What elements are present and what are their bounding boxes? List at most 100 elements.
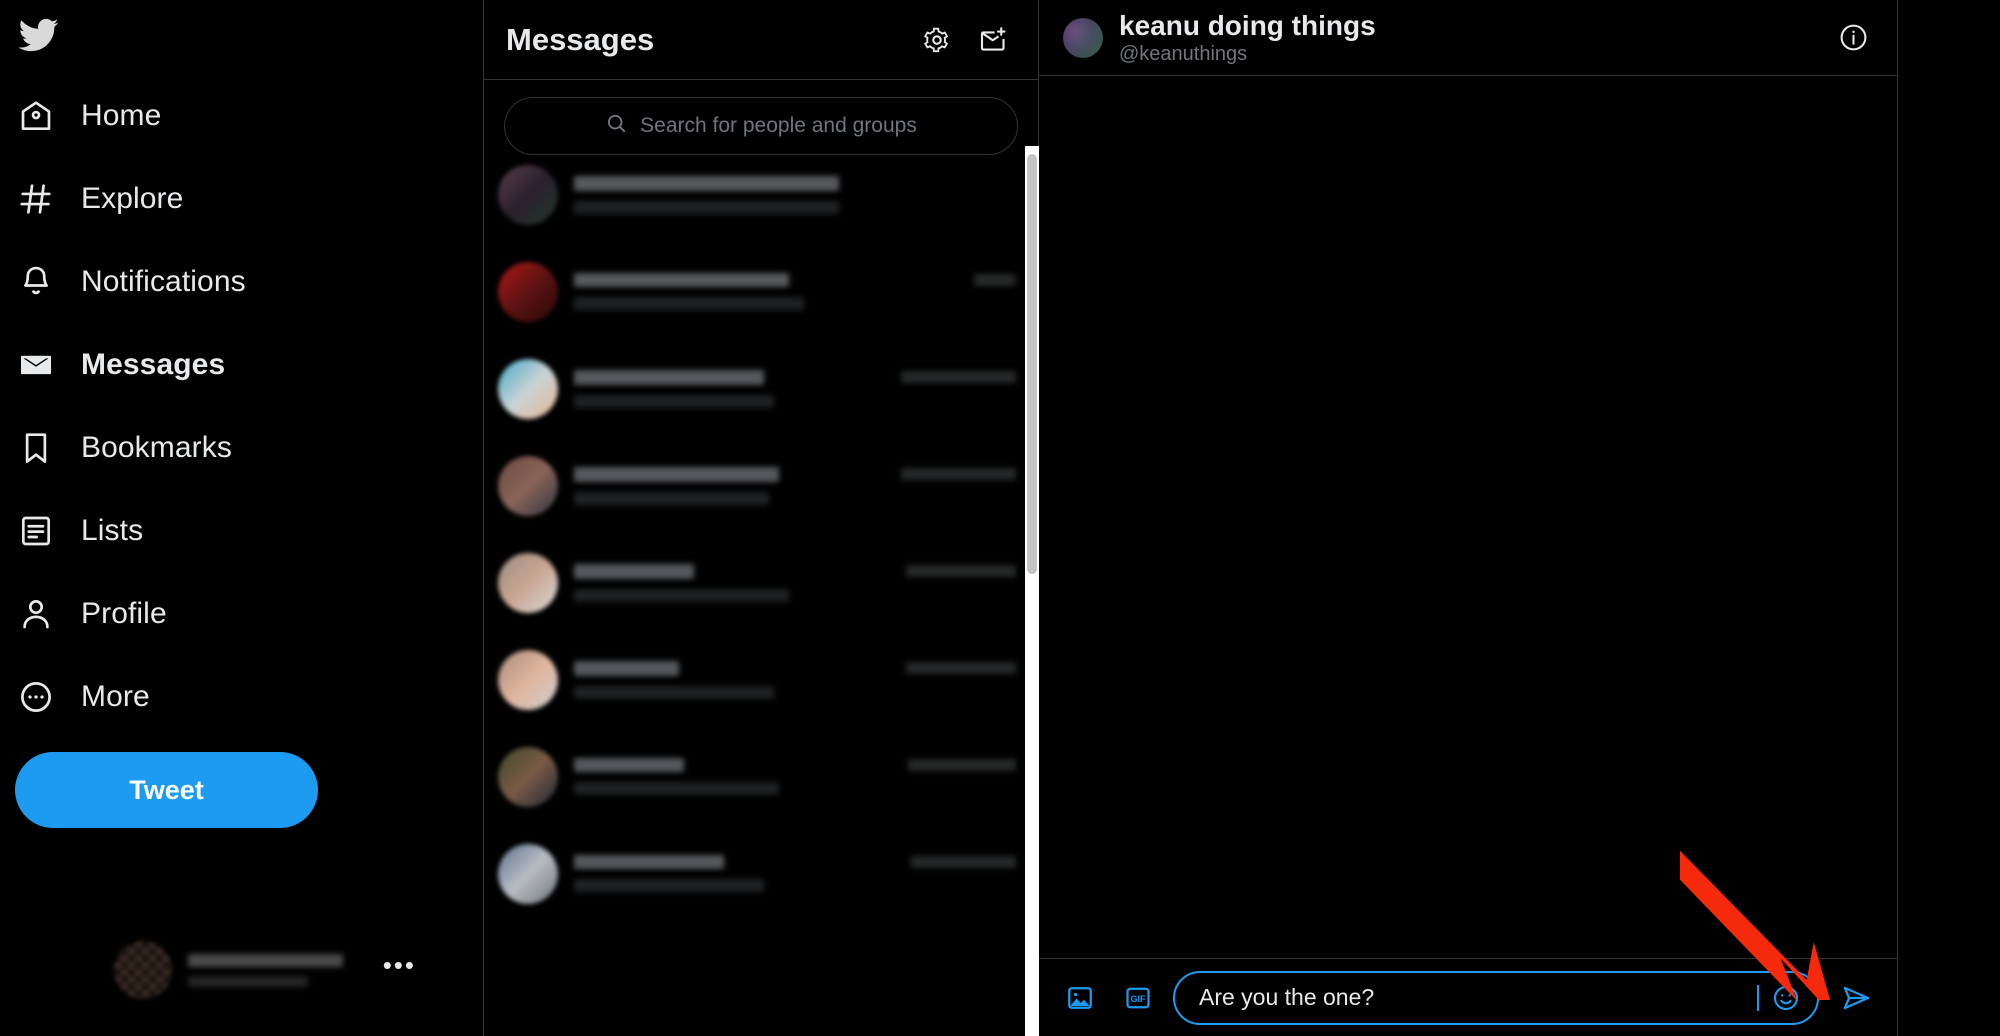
conversation-snippet-redacted — [574, 200, 839, 214]
conversation-name-redacted — [574, 660, 679, 676]
conversation-row[interactable] — [484, 146, 1038, 243]
conversation-timestamp-redacted — [901, 468, 1016, 480]
conversation-timestamp-redacted — [974, 274, 1016, 286]
account-name-redacted — [188, 953, 367, 987]
conversation-name-redacted — [574, 175, 839, 191]
conversation-snippet-redacted — [574, 394, 774, 408]
conversation-panel: keanu doing things @keanuthings GIF Are … — [1039, 0, 1898, 1036]
conversation-name-redacted — [574, 369, 764, 385]
person-icon — [17, 595, 55, 633]
bell-icon — [17, 263, 55, 301]
conversation-list-scrollbar[interactable] — [1025, 146, 1039, 1036]
conversation-snippet-redacted — [574, 588, 789, 602]
sidebar-item-label: Messages — [81, 347, 226, 381]
conversation-preview — [574, 175, 1016, 214]
info-icon[interactable] — [1831, 16, 1875, 60]
sidebar-item-profile[interactable]: Profile — [0, 572, 319, 655]
twitter-bird-icon — [17, 14, 59, 61]
conversation-snippet-redacted — [574, 297, 804, 310]
avatar — [498, 649, 558, 710]
gear-icon[interactable] — [914, 17, 960, 63]
conversation-timestamp-redacted — [908, 759, 1016, 771]
conversation-identity: keanu doing things @keanuthings — [1119, 10, 1815, 65]
message-thread — [1039, 76, 1897, 958]
sidebar-item-label: Lists — [81, 513, 144, 547]
conversation-snippet-redacted — [574, 782, 779, 795]
conversation-snippet-redacted — [574, 685, 774, 699]
sidebar-item-label: Explore — [81, 181, 184, 215]
conversation-row[interactable] — [484, 437, 1038, 534]
avatar — [498, 261, 558, 322]
twitter-logo[interactable] — [0, 0, 319, 74]
conversation-name-redacted — [574, 563, 694, 579]
conversation-row[interactable] — [484, 340, 1038, 437]
conversation-preview — [574, 563, 1016, 602]
conversation-timestamp-redacted — [906, 565, 1016, 577]
page-title: Messages — [506, 21, 655, 57]
sidebar-item-bookmarks[interactable]: Bookmarks — [0, 406, 319, 489]
conversation-name-redacted — [574, 273, 789, 287]
account-switcher[interactable]: ••• — [100, 930, 430, 1010]
new-message-icon[interactable] — [970, 17, 1016, 63]
scrollbar-thumb[interactable] — [1027, 154, 1037, 574]
conversation-handle: @keanuthings — [1119, 43, 1248, 66]
conversation-preview — [574, 273, 1016, 310]
conversation-timestamp-redacted — [906, 662, 1016, 674]
tweet-button[interactable]: Tweet — [15, 752, 318, 828]
messages-panel-header: Messages — [484, 0, 1038, 80]
svg-text:GIF: GIF — [1131, 993, 1147, 1003]
sidebar-item-label: Home — [81, 98, 162, 132]
more-circle-icon — [17, 678, 55, 716]
image-icon[interactable] — [1057, 975, 1103, 1021]
search-icon — [605, 112, 628, 140]
avatar — [498, 746, 558, 807]
conversation-row[interactable] — [484, 534, 1038, 631]
conversation-name-redacted — [574, 466, 779, 482]
sidebar-item-label: Profile — [81, 596, 167, 630]
conversation-preview — [574, 758, 1016, 795]
conversation-row[interactable] — [484, 825, 1038, 922]
conversation-preview — [574, 466, 1016, 505]
conversation-preview — [574, 369, 1016, 408]
conversation-header[interactable]: keanu doing things @keanuthings — [1039, 0, 1897, 76]
sidebar-item-notifications[interactable]: Notifications — [0, 240, 319, 323]
conversation-preview — [574, 855, 1016, 892]
emoji-smiley-icon[interactable] — [1769, 981, 1803, 1015]
sidebar-item-messages[interactable]: Messages — [0, 323, 319, 406]
bookmark-icon — [17, 429, 55, 467]
send-icon[interactable] — [1831, 973, 1881, 1023]
conversation-name-redacted — [574, 758, 684, 772]
conversation-snippet-redacted — [574, 879, 764, 892]
envelope-icon — [17, 346, 55, 384]
conversation-row[interactable] — [484, 728, 1038, 825]
avatar — [498, 358, 558, 419]
conversation-list[interactable] — [484, 146, 1038, 1036]
avatar — [498, 164, 558, 225]
primary-sidebar: Home Explore Notifications Messages Book… — [0, 0, 484, 1036]
conversation-preview — [574, 660, 1016, 699]
messages-list-panel: Messages Search for people and groups — [484, 0, 1039, 1036]
home-icon — [17, 97, 55, 135]
avatar — [1063, 17, 1103, 58]
hashtag-icon — [17, 180, 55, 218]
right-gutter — [1898, 0, 2000, 1036]
sidebar-item-label: Notifications — [81, 264, 246, 298]
avatar — [114, 941, 172, 999]
message-input[interactable]: Are you the one? — [1173, 970, 1819, 1025]
ellipsis-icon[interactable]: ••• — [383, 952, 416, 982]
list-icon — [17, 512, 55, 550]
sidebar-item-home[interactable]: Home — [0, 74, 319, 157]
message-input-value: Are you the one? — [1199, 984, 1375, 1010]
gif-icon[interactable]: GIF — [1115, 975, 1161, 1021]
conversation-name: keanu doing things — [1119, 9, 1376, 41]
conversation-row[interactable] — [484, 243, 1038, 340]
sidebar-item-explore[interactable]: Explore — [0, 157, 319, 240]
text-caret — [1757, 984, 1759, 1011]
sidebar-item-lists[interactable]: Lists — [0, 489, 319, 572]
sidebar-item-more[interactable]: More — [0, 655, 319, 738]
conversation-row[interactable] — [484, 631, 1038, 728]
avatar — [498, 552, 558, 613]
twitter-messages-app: Home Explore Notifications Messages Book… — [0, 0, 2000, 1036]
sidebar-item-label: Bookmarks — [81, 430, 232, 464]
avatar — [498, 455, 558, 516]
